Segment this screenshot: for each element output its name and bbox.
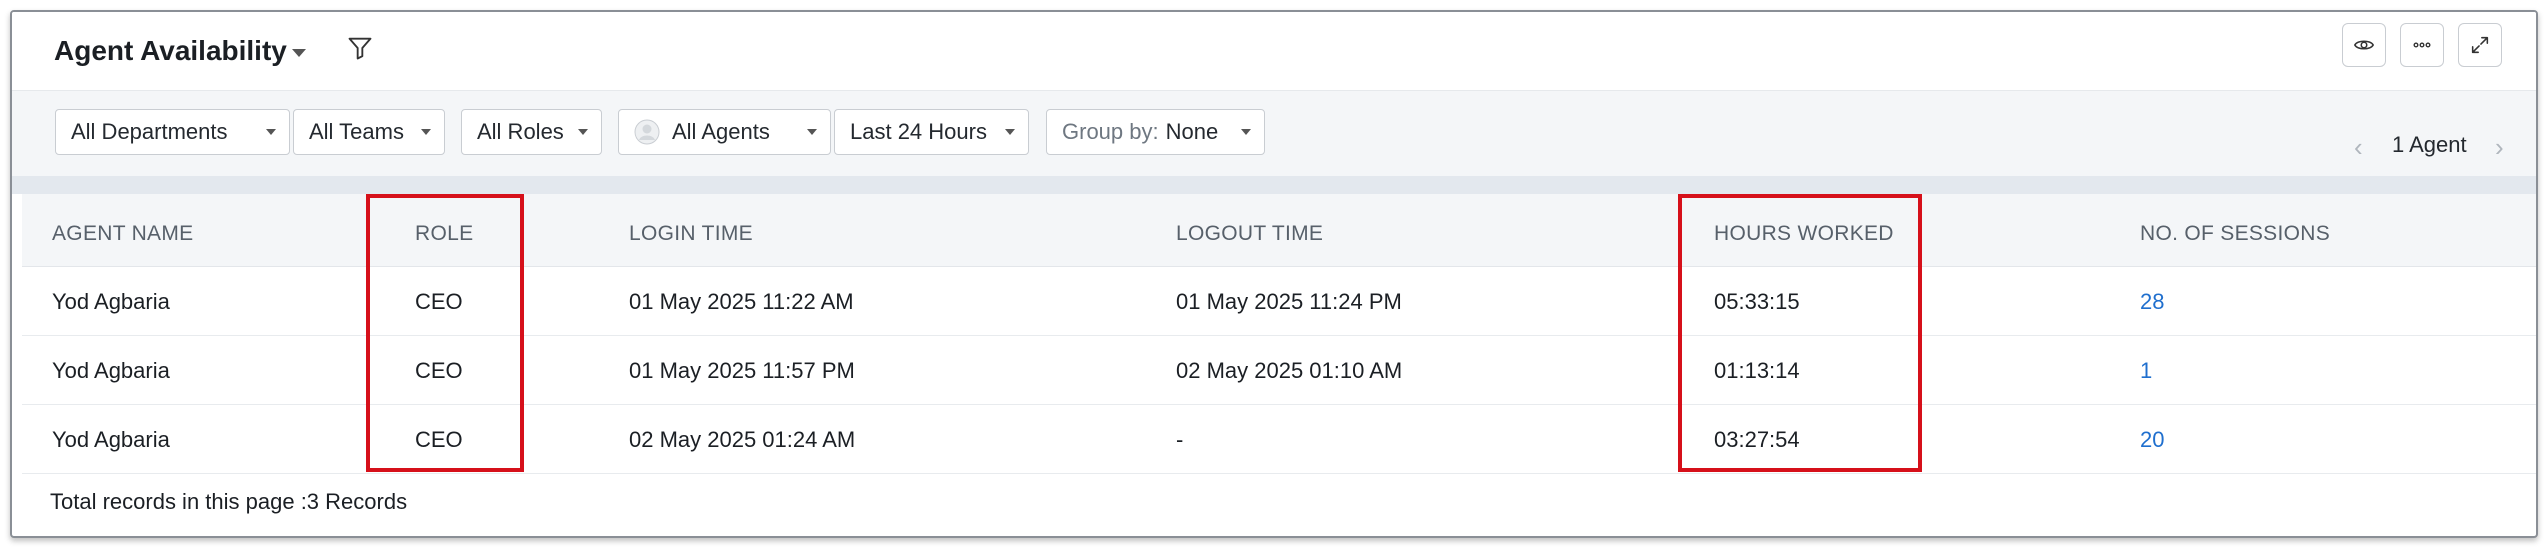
sessions-link[interactable]: 28	[2140, 289, 2164, 315]
next-page-icon[interactable]: ›	[2495, 132, 2504, 163]
role-filter-label: All Roles	[477, 119, 564, 144]
divider	[12, 176, 2536, 194]
chevron-down-icon	[266, 129, 276, 135]
login-time-cell: 01 May 2025 11:57 PM	[629, 358, 855, 383]
time-range-filter[interactable]: Last 24 Hours	[834, 109, 1029, 155]
expand-button[interactable]	[2458, 23, 2502, 67]
time-range-filter-label: Last 24 Hours	[850, 119, 987, 144]
sessions-link[interactable]: 1	[2140, 358, 2152, 384]
column-header-login-time[interactable]: LOGIN TIME	[629, 222, 753, 246]
filter-toolbar: All Departments All Teams All Roles All …	[12, 90, 2536, 177]
logout-time-cell: 02 May 2025 01:10 AM	[1176, 358, 1403, 383]
team-filter-label: All Teams	[309, 119, 404, 144]
report-widget: Agent Availability All Departments All T…	[10, 10, 2538, 538]
team-filter[interactable]: All Teams	[293, 109, 445, 155]
agent-name-cell: Yod Agbaria	[52, 427, 170, 452]
group-by-value: None	[1165, 119, 1219, 144]
logout-time-cell: 01 May 2025 11:24 PM	[1176, 289, 1402, 314]
expand-icon	[2471, 36, 2489, 54]
role-filter[interactable]: All Roles	[461, 109, 602, 155]
eye-icon	[2353, 40, 2375, 50]
previous-page-icon[interactable]: ‹	[2354, 132, 2363, 163]
avatar-icon	[634, 119, 660, 145]
page-title[interactable]: Agent Availability	[54, 35, 287, 67]
pager-count: 1 Agent	[2392, 132, 2467, 157]
login-time-cell: 02 May 2025 01:24 AM	[629, 427, 856, 452]
column-header-logout-time[interactable]: LOGOUT TIME	[1176, 222, 1323, 246]
filter-icon[interactable]	[346, 34, 374, 62]
group-by-prefix: Group by:	[1062, 119, 1159, 144]
chevron-down-icon	[578, 129, 588, 135]
department-filter-label: All Departments	[71, 119, 228, 144]
column-header-sessions[interactable]: NO. OF SESSIONS	[2140, 222, 2330, 246]
agent-filter-label: All Agents	[672, 119, 770, 144]
agent-name-cell: Yod Agbaria	[52, 358, 170, 383]
more-options-button[interactable]	[2400, 23, 2444, 67]
sessions-link[interactable]: 20	[2140, 427, 2164, 453]
chevron-down-icon	[807, 129, 817, 135]
agent-name-cell: Yod Agbaria	[52, 289, 170, 314]
agent-filter[interactable]: All Agents	[618, 109, 831, 155]
chevron-down-icon	[421, 129, 431, 135]
title-dropdown-caret-icon[interactable]	[292, 49, 306, 57]
group-by-select[interactable]: Group by: None	[1046, 109, 1265, 155]
chevron-down-icon	[1005, 129, 1015, 135]
chevron-down-icon	[1241, 129, 1251, 135]
login-time-cell: 01 May 2025 11:22 AM	[629, 289, 854, 314]
records-summary: Total records in this page :3 Records	[50, 489, 408, 514]
hours-worked-column-highlight	[1678, 194, 1922, 472]
department-filter[interactable]: All Departments	[55, 109, 290, 155]
view-button[interactable]	[2342, 23, 2386, 67]
role-column-highlight	[366, 194, 524, 472]
more-icon	[2413, 42, 2431, 48]
column-header-agent-name[interactable]: AGENT NAME	[52, 222, 193, 246]
logout-time-cell: -	[1176, 427, 1184, 452]
widget-header: Agent Availability	[12, 12, 2536, 90]
